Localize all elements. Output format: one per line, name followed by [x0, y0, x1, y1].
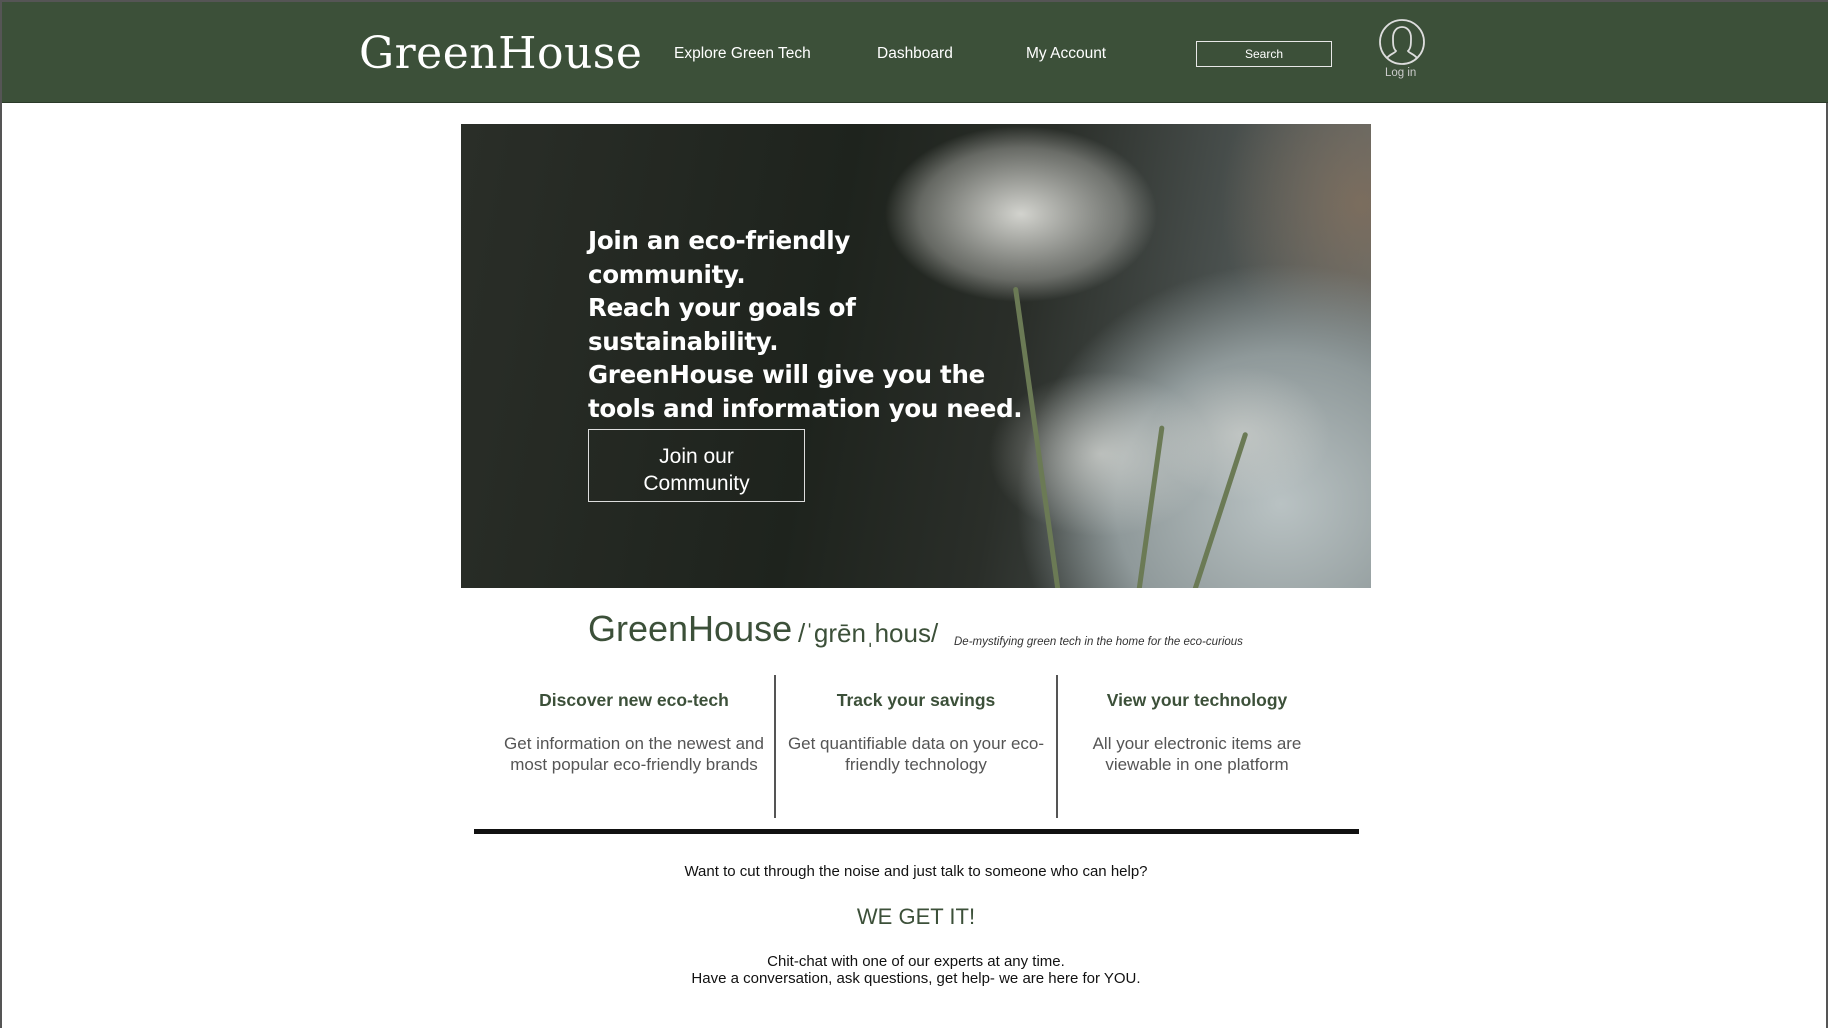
- divider: [774, 675, 776, 818]
- tagline: De-mystifying green tech in the home for…: [954, 636, 1243, 648]
- nav-my-account[interactable]: My Account: [1026, 45, 1106, 63]
- join-community-button[interactable]: Join our Community: [588, 429, 805, 502]
- login-link[interactable]: Log in: [1385, 67, 1416, 79]
- dandelion-stem: [1136, 425, 1165, 588]
- top-nav-bar: GreenHouse Explore Green Tech Dashboard …: [2, 2, 1828, 103]
- hero-banner: Join an eco-friendly community. Reach yo…: [461, 124, 1371, 588]
- nav-dashboard[interactable]: Dashboard: [877, 45, 953, 63]
- hero-line: sustainability.: [588, 326, 779, 356]
- contact-line-1: Chit-chat with one of our experts at any…: [767, 953, 1065, 970]
- hero-line: community.: [588, 259, 746, 289]
- dandelion-stem: [1012, 286, 1061, 588]
- divider: [1056, 675, 1058, 818]
- contact-question: Want to cut through the noise and just t…: [684, 863, 1148, 880]
- feature-body: All your electronic items are viewable i…: [1092, 734, 1302, 774]
- feature-track: Track your savings Get quantifiable data…: [786, 690, 1046, 775]
- feature-title: Discover new eco-tech: [539, 690, 729, 710]
- contact-headline: WE GET IT!: [856, 904, 976, 929]
- definition-title: GreenHouse: [588, 608, 793, 649]
- hero-line: tools and information you need.: [588, 393, 1023, 423]
- hero-line: Join an eco-friendly: [588, 226, 851, 255]
- pronunciation: /ˈgrēnˌhous/: [798, 618, 939, 648]
- button-label: Community: [643, 472, 750, 495]
- feature-title: View your technology: [1106, 690, 1288, 710]
- logo[interactable]: GreenHouse: [359, 28, 642, 79]
- feature-discover: Discover new eco-tech Get information on…: [504, 690, 764, 775]
- hero-line: Reach your goals of: [588, 293, 856, 322]
- hero-line: GreenHouse will give you the: [588, 360, 985, 389]
- hero-headline: Join an eco-friendly community. Reach yo…: [588, 224, 1023, 425]
- feature-title: Track your savings: [836, 690, 996, 710]
- search-button[interactable]: Search: [1196, 41, 1332, 67]
- feature-view: View your technology All your electronic…: [1067, 690, 1327, 775]
- user-icon[interactable]: [1378, 18, 1426, 66]
- feature-body: Get information on the newest and most p…: [504, 734, 764, 774]
- dandelion-stem: [1191, 431, 1249, 588]
- section-divider: [474, 829, 1359, 834]
- contact-line-2: Have a conversation, ask questions, get …: [691, 970, 1141, 987]
- button-label: Join our: [659, 445, 734, 468]
- feature-body: Get quantifiable data on your eco-friend…: [787, 734, 1045, 774]
- nav-explore-green-tech[interactable]: Explore Green Tech: [674, 45, 811, 63]
